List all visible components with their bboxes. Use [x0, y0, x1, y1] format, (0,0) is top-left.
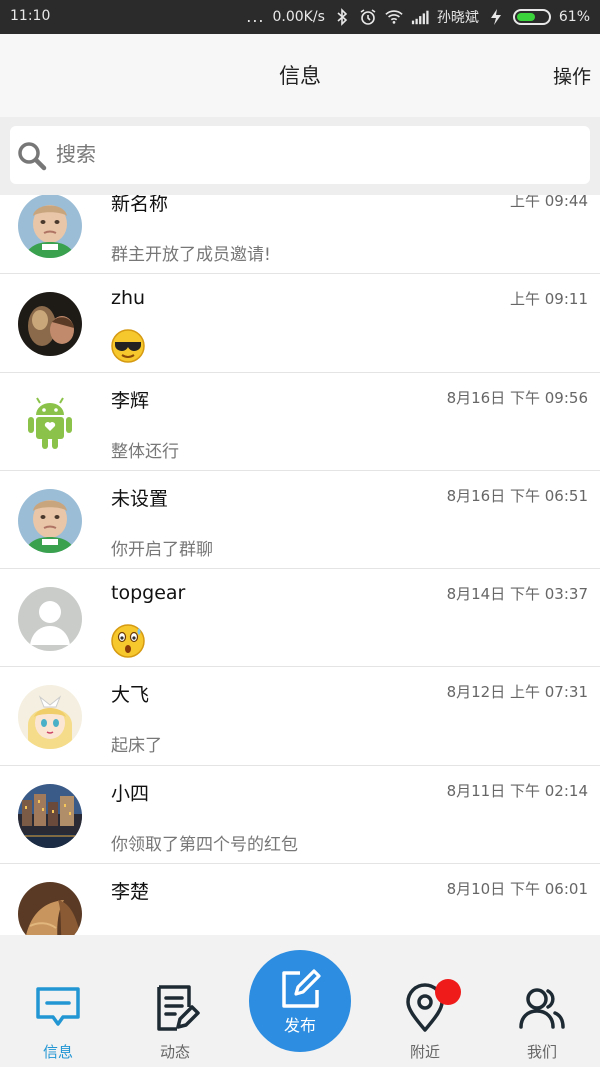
status-bar: 11:10 ... 0.00K/s 孙晓斌 61% [0, 0, 600, 34]
tab-messages[interactable]: 信息 [13, 983, 103, 1062]
carrier-name: 孙晓斌 [436, 10, 479, 26]
message-icon [36, 987, 80, 1026]
baby-avatar [18, 488, 82, 553]
network-speed: 0.00K/s [272, 9, 325, 25]
interior-avatar [18, 882, 82, 935]
conversation-row[interactable]: 未设置 8月16日 下午 06:51 你开启了群聊 [0, 471, 600, 570]
conversation-time: 上午 09:44 [510, 195, 588, 210]
conversation-name: 大飞 [111, 684, 150, 707]
conversation-name: 小四 [111, 782, 150, 805]
conversation-preview: 起床了 [111, 736, 162, 757]
conversation-time: 8月16日 下午 06:51 [446, 486, 588, 505]
conversation-row[interactable]: 新名称 上午 09:44 群主开放了成员邀请! [0, 195, 600, 275]
photo-avatar [18, 292, 82, 357]
tab-moments[interactable]: 动态 [130, 983, 220, 1062]
conversation-name: topgear [111, 582, 186, 605]
conversation-preview: 你开启了群聊 [111, 539, 213, 560]
status-time: 11:10 [10, 8, 51, 24]
people-icon [519, 988, 565, 1029]
tab-us-label: 我们 [526, 1043, 557, 1061]
conversation-row[interactable]: topgear 8月14日 下午 03:37 [0, 569, 600, 668]
signal-icon [411, 10, 429, 25]
wifi-icon [385, 10, 403, 24]
search-box[interactable] [10, 126, 590, 184]
conversation-time: 8月12日 上午 07:31 [446, 683, 588, 702]
search-icon [18, 142, 47, 171]
conversation-name: 未设置 [111, 487, 169, 510]
compose-icon [282, 969, 321, 1008]
android-avatar [18, 390, 82, 455]
conversation-row[interactable]: 大飞 8月12日 上午 07:31 起床了 [0, 667, 600, 766]
surprised-emoji-icon [111, 624, 145, 658]
tab-nearby-label: 附近 [409, 1043, 440, 1061]
publish-button[interactable]: 发布 [249, 950, 351, 1052]
document-edit-icon [157, 985, 200, 1031]
battery-icon [512, 9, 551, 25]
tab-nearby[interactable]: 附近 [380, 979, 470, 1062]
city-avatar [18, 783, 82, 848]
bottom-navigation: 信息 动态 发布 附近 我们 [0, 935, 600, 1067]
battery-percent: 61% [558, 9, 590, 25]
conversation-list: 新名称 上午 09:44 群主开放了成员邀请! zhu 上午 09:11 李辉 … [0, 195, 600, 935]
bluetooth-icon [337, 8, 348, 26]
tab-us[interactable]: 我们 [497, 983, 587, 1062]
conversation-time: 8月14日 下午 03:37 [446, 585, 588, 604]
conversation-time: 8月10日 下午 06:01 [446, 880, 588, 899]
tab-messages-label: 信息 [42, 1043, 73, 1061]
conversation-name: zhu [111, 287, 146, 310]
anime-avatar [18, 685, 82, 750]
notification-badge [435, 979, 461, 1005]
app-header: 信息 操作 [0, 34, 600, 117]
status-dots: ... [246, 7, 265, 26]
conversation-row[interactable]: 小四 8月11日 下午 02:14 你领取了第四个号的红包 [0, 766, 600, 865]
publish-label: 发布 [283, 1016, 316, 1035]
default-avatar [18, 587, 82, 652]
conversation-time: 8月11日 下午 02:14 [446, 781, 588, 800]
charging-icon [490, 9, 501, 25]
conversation-row[interactable]: zhu 上午 09:11 [0, 274, 600, 373]
operation-button[interactable]: 操作 [553, 62, 591, 89]
conversation-name: 新名称 [111, 195, 169, 215]
conversation-time: 8月16日 下午 09:56 [446, 388, 588, 407]
conversation-row[interactable]: 李辉 8月16日 下午 09:56 整体还行 [0, 373, 600, 471]
conversation-name: 李辉 [111, 389, 150, 412]
conversation-row[interactable]: 李楚 8月10日 下午 06:01 [0, 864, 600, 935]
search-input[interactable] [56, 134, 556, 174]
page-title: 信息 [279, 64, 321, 88]
conversation-time: 上午 09:11 [510, 290, 588, 309]
sunglasses-emoji-icon [111, 329, 145, 364]
conversation-name: 李楚 [111, 881, 150, 904]
search-bar [0, 117, 600, 195]
conversation-preview: 群主开放了成员邀请! [111, 245, 271, 265]
conversation-preview: 整体还行 [111, 441, 179, 462]
conversation-preview: 你领取了第四个号的红包 [111, 834, 298, 855]
tab-moments-label: 动态 [159, 1043, 190, 1061]
baby-avatar [18, 195, 82, 258]
alarm-icon [360, 9, 376, 25]
